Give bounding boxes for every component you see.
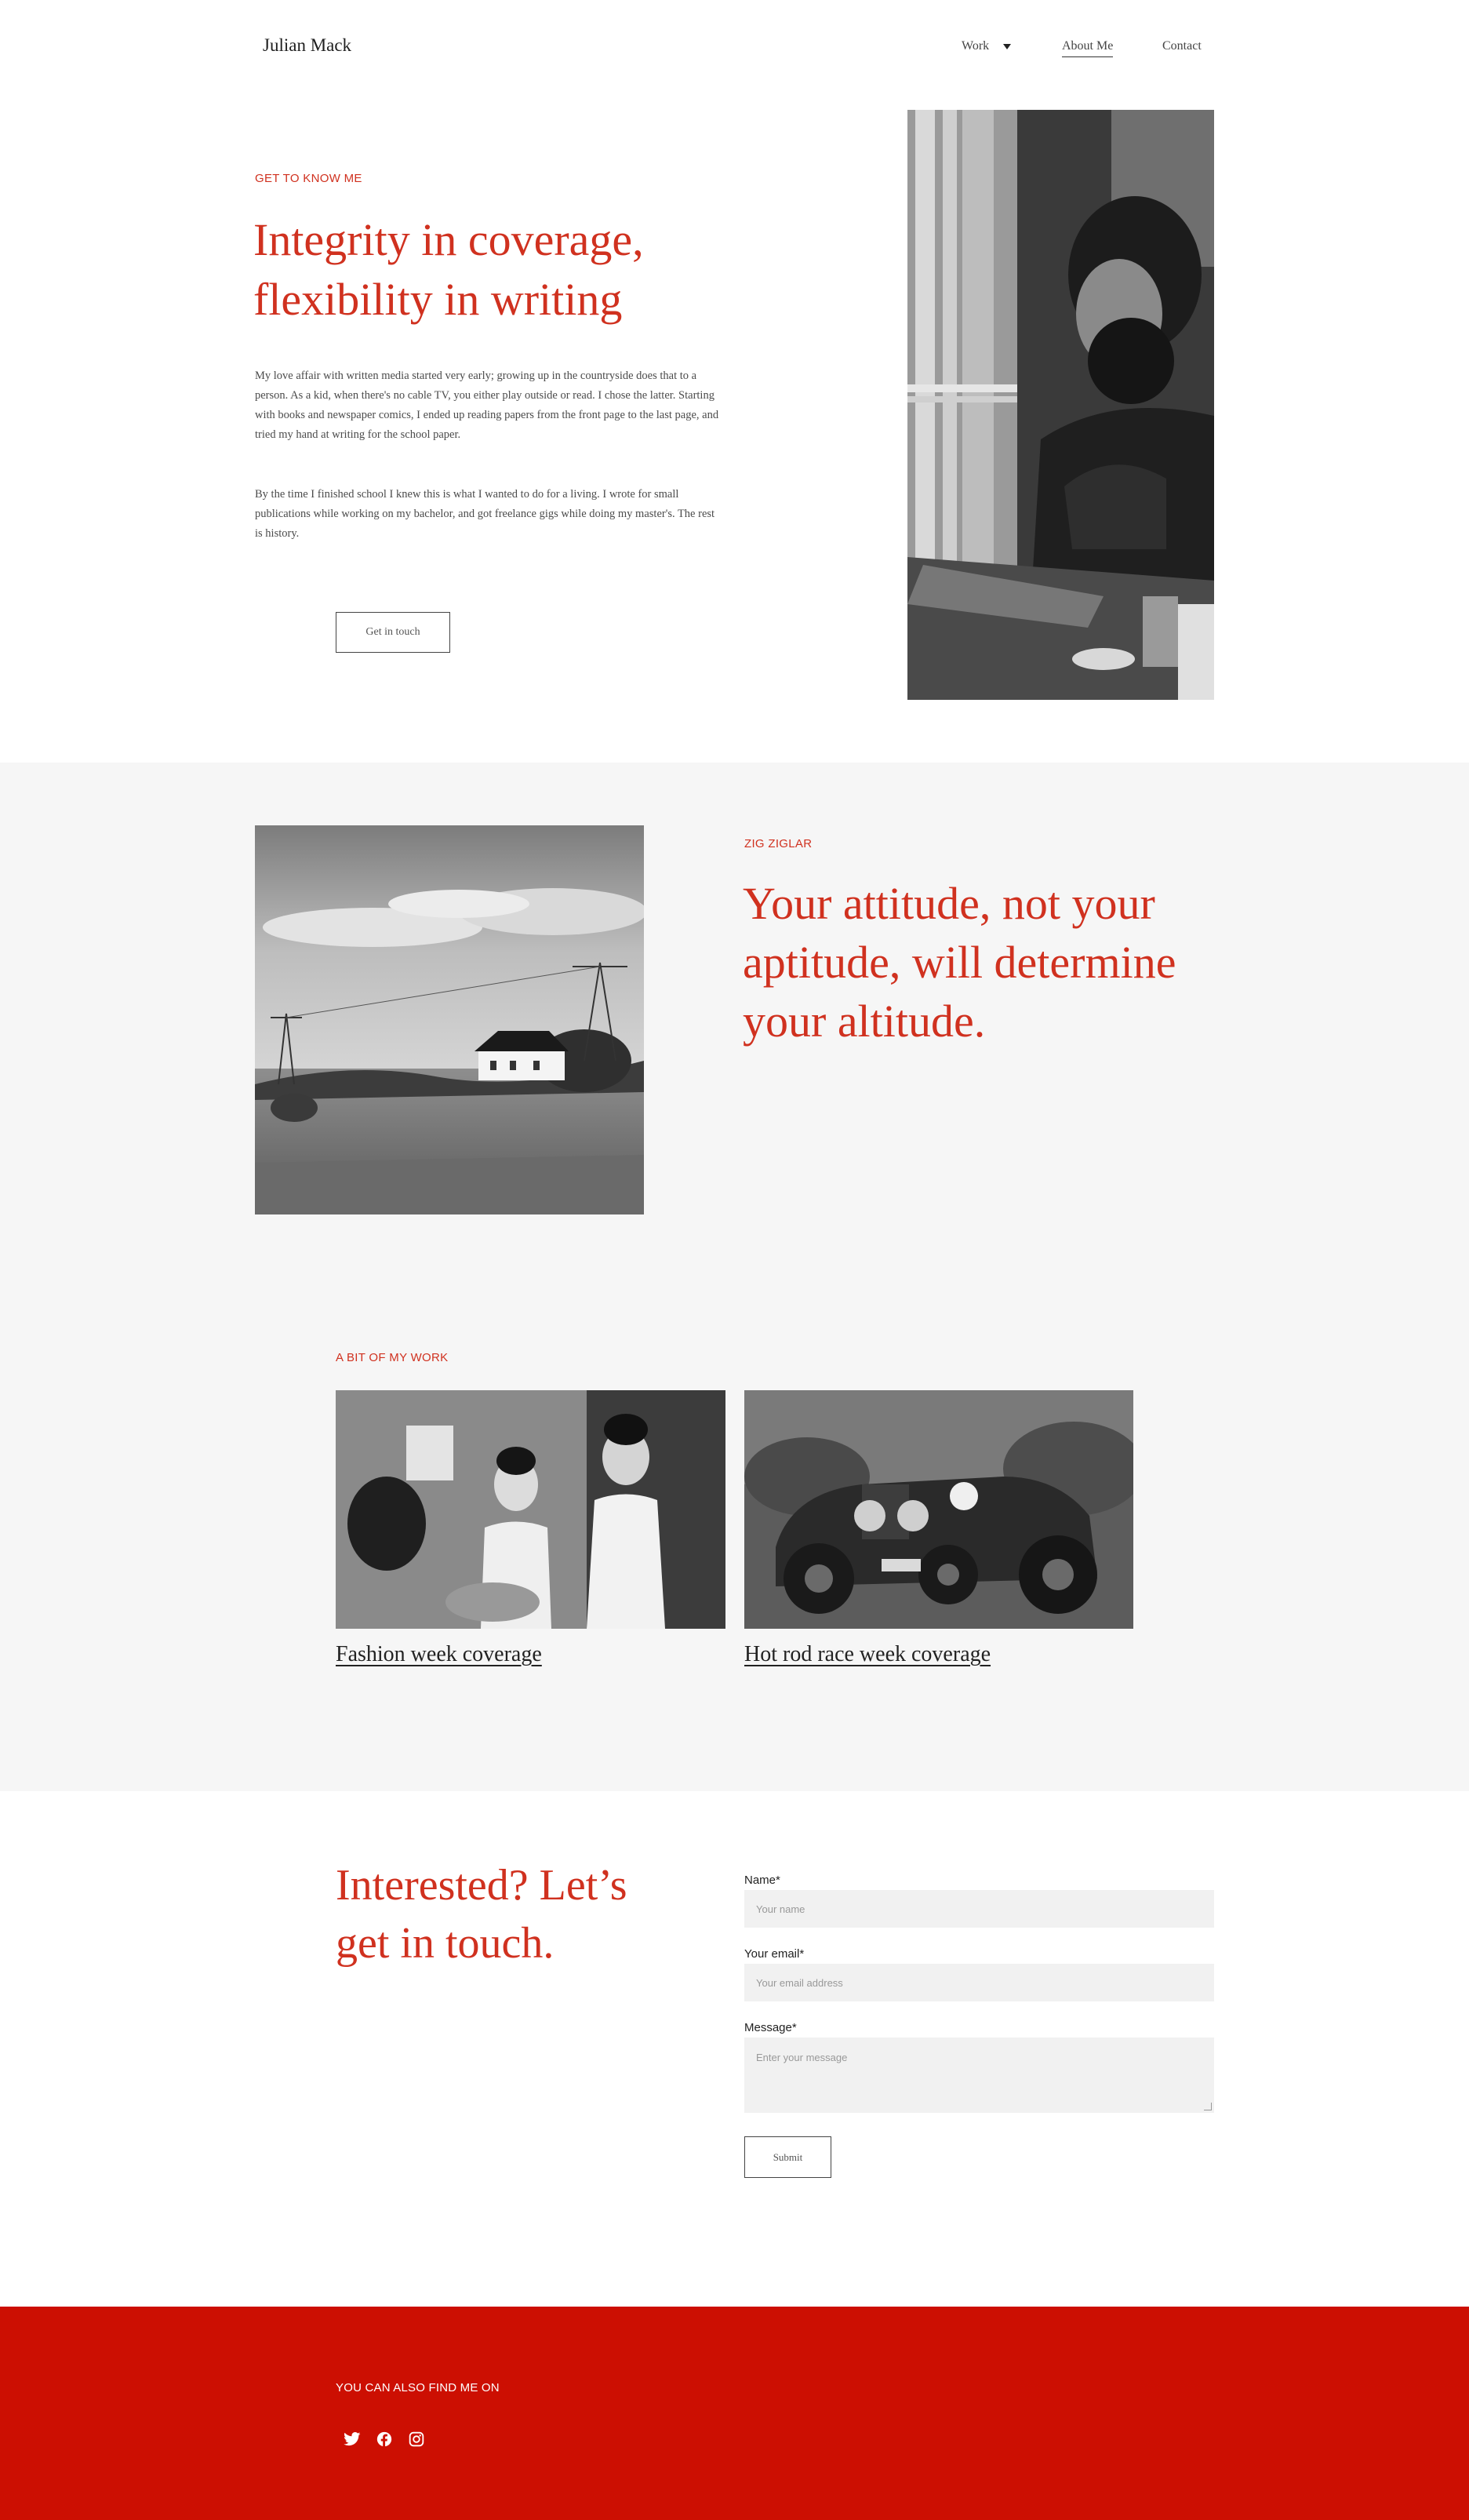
fashion-week-photo[interactable] <box>336 1390 725 1629</box>
chevron-down-icon <box>1003 43 1012 49</box>
grey-section-background <box>0 763 1469 1791</box>
site-brand[interactable]: Julian Mack <box>263 35 351 56</box>
footer <box>0 2307 1469 2520</box>
footer-social-label: YOU CAN ALSO FIND ME ON <box>336 2381 500 2394</box>
work-link-fashion[interactable]: Fashion week coverage <box>336 1642 542 1667</box>
facebook-icon[interactable] <box>374 2429 395 2449</box>
message-textarea[interactable]: Enter your message <box>744 2037 1214 2113</box>
countryside-photo <box>255 825 644 1214</box>
hero-eyebrow: GET TO KNOW ME <box>255 172 362 185</box>
message-label: Message* <box>744 2021 797 2034</box>
name-input[interactable]: Your name <box>744 1890 1214 1928</box>
twitter-icon[interactable] <box>342 2429 362 2449</box>
work-link-hot-rod[interactable]: Hot rod race week coverage <box>744 1642 991 1667</box>
email-placeholder: Your email address <box>756 1976 843 1989</box>
quote-author: ZIG ZIGLAR <box>744 837 813 850</box>
nav-work-label: Work <box>962 39 990 53</box>
hot-rod-photo[interactable] <box>744 1390 1133 1629</box>
hero-paragraph: By the time I finished school I knew thi… <box>255 488 715 540</box>
submit-button[interactable]: Submit <box>744 2136 831 2178</box>
contact-title: Interested? Let’s get in touch. <box>336 1861 627 1968</box>
hero-paragraph: My love affair with written media starte… <box>255 370 719 441</box>
email-label: Your email* <box>744 1947 805 1961</box>
nav-work[interactable]: Work <box>962 39 1012 53</box>
portrait-photo <box>907 110 1214 700</box>
email-input[interactable]: Your email address <box>744 1964 1214 2001</box>
name-placeholder: Your name <box>756 1903 805 1915</box>
work-eyebrow: A BIT OF MY WORK <box>336 1351 449 1364</box>
instagram-icon[interactable] <box>406 2429 427 2449</box>
nav-contact[interactable]: Contact <box>1162 39 1202 53</box>
quote-text: Your attitude, not your aptitude, will d… <box>743 878 1176 1047</box>
get-in-touch-button[interactable]: Get in touch <box>336 612 450 653</box>
nav-about-me[interactable]: About Me <box>1062 39 1114 57</box>
name-label: Name* <box>744 1874 780 1887</box>
message-placeholder: Enter your message <box>756 2052 848 2063</box>
resize-handle-icon[interactable] <box>1204 2103 1212 2110</box>
hero-title: Integrity in coverage, flexibility in wr… <box>253 214 644 325</box>
